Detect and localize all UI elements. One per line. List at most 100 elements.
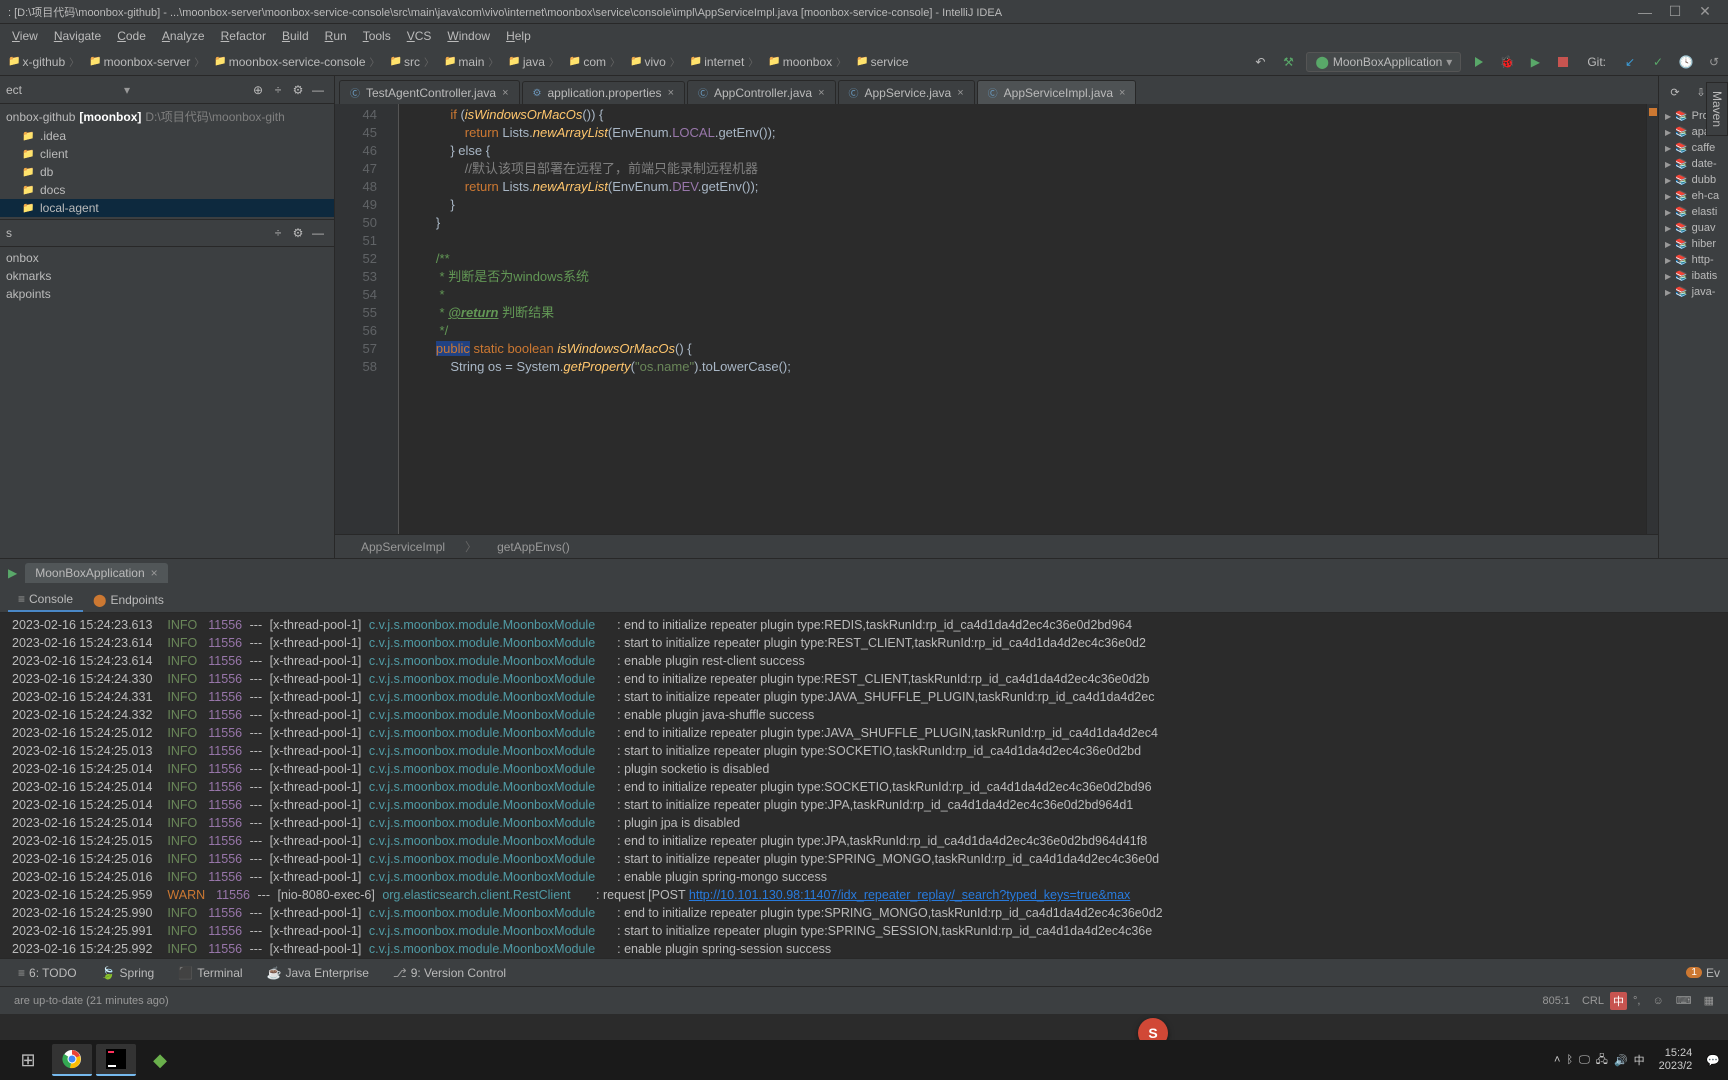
breadcrumb-item[interactable]: 📁src〉	[386, 54, 440, 69]
endpoints-tab[interactable]: ⬤Endpoints	[83, 589, 174, 611]
tray-volume-icon[interactable]: 🔊	[1614, 1054, 1628, 1067]
tree-node[interactable]: 📁docs	[0, 181, 334, 199]
menu-tools[interactable]: Tools	[355, 29, 399, 43]
chrome-icon[interactable]	[52, 1044, 92, 1076]
ime-cn-icon[interactable]: 中	[1610, 992, 1627, 1010]
maximize-button[interactable]: ☐	[1660, 3, 1690, 20]
line-separator[interactable]: CRL	[1576, 995, 1610, 1007]
breadcrumb-item[interactable]: 📁internet〉	[686, 54, 764, 69]
minimize-button[interactable]: —	[1630, 4, 1660, 20]
stop-button[interactable]	[1553, 52, 1573, 72]
maven-lib-item[interactable]: ▶📚eh-ca	[1661, 188, 1726, 204]
tree-node[interactable]: okmarks	[0, 267, 334, 285]
maven-lib-item[interactable]: ▶📚hiber	[1661, 236, 1726, 252]
ime-punct-icon[interactable]: °,	[1627, 995, 1646, 1007]
project-root[interactable]: onbox-github [moonbox] D:\项目代码\moonbox-g…	[0, 106, 334, 127]
back-icon[interactable]: ↶	[1250, 52, 1270, 72]
git-update-icon[interactable]: ↙	[1620, 52, 1640, 72]
intellij-icon[interactable]	[96, 1044, 136, 1076]
menu-run[interactable]: Run	[317, 29, 355, 43]
menu-vcs[interactable]: VCS	[399, 29, 440, 43]
editor-tab[interactable]: ⒸTestAgentController.java×	[339, 80, 520, 104]
bottom-tab[interactable]: ☕Java Enterprise	[257, 963, 379, 983]
console-output[interactable]: 2023-02-16 15:24:23.613 INFO 11556 --- […	[0, 613, 1728, 958]
hide-button[interactable]: —	[308, 223, 328, 243]
git-history-icon[interactable]: 🕓	[1676, 52, 1696, 72]
run-config-selector[interactable]: ⬤ MoonBoxApplication ▾	[1306, 52, 1461, 72]
event-log-tab[interactable]: Ev	[1706, 966, 1720, 980]
settings-gear-icon[interactable]: ⚙	[288, 80, 308, 100]
notifications-icon[interactable]: 💬	[1706, 1054, 1720, 1067]
close-button[interactable]: ✕	[1690, 3, 1720, 20]
bottom-tab[interactable]: ≡6: TODO	[8, 963, 87, 983]
close-icon[interactable]: ×	[818, 87, 824, 99]
ime-keyboard-icon[interactable]: ⌨	[1670, 994, 1698, 1007]
crumb-method[interactable]: getAppEnvs()	[487, 540, 580, 554]
expand-icon[interactable]: ÷	[268, 223, 288, 243]
maven-sidebar-tab[interactable]: Maven	[1706, 82, 1728, 136]
run-tab[interactable]: MoonBoxApplication ×	[25, 563, 167, 583]
code-editor[interactable]: 444546474849505152535455565758 if (isWin…	[335, 104, 1658, 534]
maven-lib-item[interactable]: ▶📚java-	[1661, 284, 1726, 300]
debug-button[interactable]: 🐞	[1497, 52, 1517, 72]
editor-tab[interactable]: ⒸAppService.java×	[838, 80, 975, 104]
app-icon[interactable]: ◆	[140, 1044, 180, 1076]
menu-view[interactable]: View	[4, 29, 46, 43]
editor-tab[interactable]: ⚙application.properties×	[522, 81, 685, 104]
clock[interactable]: 15:24 2023/2	[1651, 1047, 1701, 1073]
ime-face-icon[interactable]: ☺	[1646, 995, 1669, 1007]
tray-monitor-icon[interactable]: 🖵	[1579, 1054, 1590, 1067]
start-button[interactable]: ⊞	[8, 1044, 48, 1076]
coverage-button[interactable]: ▶	[1525, 52, 1545, 72]
event-badge[interactable]: 1	[1686, 967, 1702, 978]
menu-window[interactable]: Window	[439, 29, 498, 43]
run-button[interactable]	[1469, 52, 1489, 72]
close-icon[interactable]: ×	[151, 566, 158, 580]
error-stripe[interactable]	[1646, 104, 1658, 534]
menu-navigate[interactable]: Navigate	[46, 29, 109, 43]
menu-analyze[interactable]: Analyze	[154, 29, 213, 43]
tray-network-icon[interactable]: 🖧	[1596, 1051, 1608, 1070]
crumb-class[interactable]: AppServiceImpl	[351, 540, 455, 554]
maven-lib-item[interactable]: ▶📚date-	[1661, 156, 1726, 172]
close-icon[interactable]: ×	[957, 87, 963, 99]
refresh-icon[interactable]: ⟳	[1665, 82, 1685, 102]
ime-panel-icon[interactable]: ▦	[1698, 994, 1720, 1007]
fold-gutter[interactable]	[385, 104, 399, 534]
git-commit-icon[interactable]: ✓	[1648, 52, 1668, 72]
tree-node[interactable]: onbox	[0, 249, 334, 267]
select-opened-file-icon[interactable]: ⊕	[248, 80, 268, 100]
bottom-tab[interactable]: 🍃Spring	[91, 963, 165, 983]
maven-lib-item[interactable]: ▶📚elasti	[1661, 204, 1726, 220]
menu-code[interactable]: Code	[109, 29, 154, 43]
breadcrumb-item[interactable]: 📁moonbox〉	[764, 54, 852, 69]
build-icon[interactable]: ⚒	[1278, 52, 1298, 72]
tree-node[interactable]: akpoints	[0, 285, 334, 303]
breadcrumb-item[interactable]: 📁x-github〉	[4, 54, 85, 69]
maven-lib-item[interactable]: ▶📚ibatis	[1661, 268, 1726, 284]
tree-node[interactable]: 📁db	[0, 163, 334, 181]
tray-bluetooth-icon[interactable]: ᛒ	[1566, 1054, 1573, 1066]
tree-node[interactable]: 📁.idea	[0, 127, 334, 145]
menu-refactor[interactable]: Refactor	[213, 29, 274, 43]
maven-lib-item[interactable]: ▶📚guav	[1661, 220, 1726, 236]
settings-gear-icon[interactable]: ⚙	[288, 223, 308, 243]
breadcrumb-item[interactable]: 📁moonbox-service-console〉	[210, 54, 385, 69]
breadcrumb-item[interactable]: 📁vivo〉	[626, 54, 686, 69]
breadcrumb-item[interactable]: 📁java〉	[504, 54, 564, 69]
project-tree[interactable]: onbox-github [moonbox] D:\项目代码\moonbox-g…	[0, 104, 334, 219]
expand-all-icon[interactable]: ÷	[268, 80, 288, 100]
breadcrumb-item[interactable]: 📁moonbox-server〉	[85, 54, 210, 69]
editor-tab[interactable]: ⒸAppServiceImpl.java×	[977, 80, 1137, 104]
tray-ime-icon[interactable]: 中	[1634, 1052, 1645, 1068]
tree-node[interactable]: 📁client	[0, 145, 334, 163]
close-icon[interactable]: ×	[502, 87, 508, 99]
maven-lib-item[interactable]: ▶📚caffe	[1661, 140, 1726, 156]
git-revert-icon[interactable]: ↺	[1704, 52, 1724, 72]
close-icon[interactable]: ×	[668, 87, 674, 99]
console-tab[interactable]: ≡Console	[8, 588, 83, 612]
bottom-tab[interactable]: ⎇9: Version Control	[383, 963, 516, 983]
menu-help[interactable]: Help	[498, 29, 539, 43]
close-icon[interactable]: ×	[1119, 87, 1125, 99]
breadcrumb-item[interactable]: 📁main〉	[440, 54, 504, 69]
